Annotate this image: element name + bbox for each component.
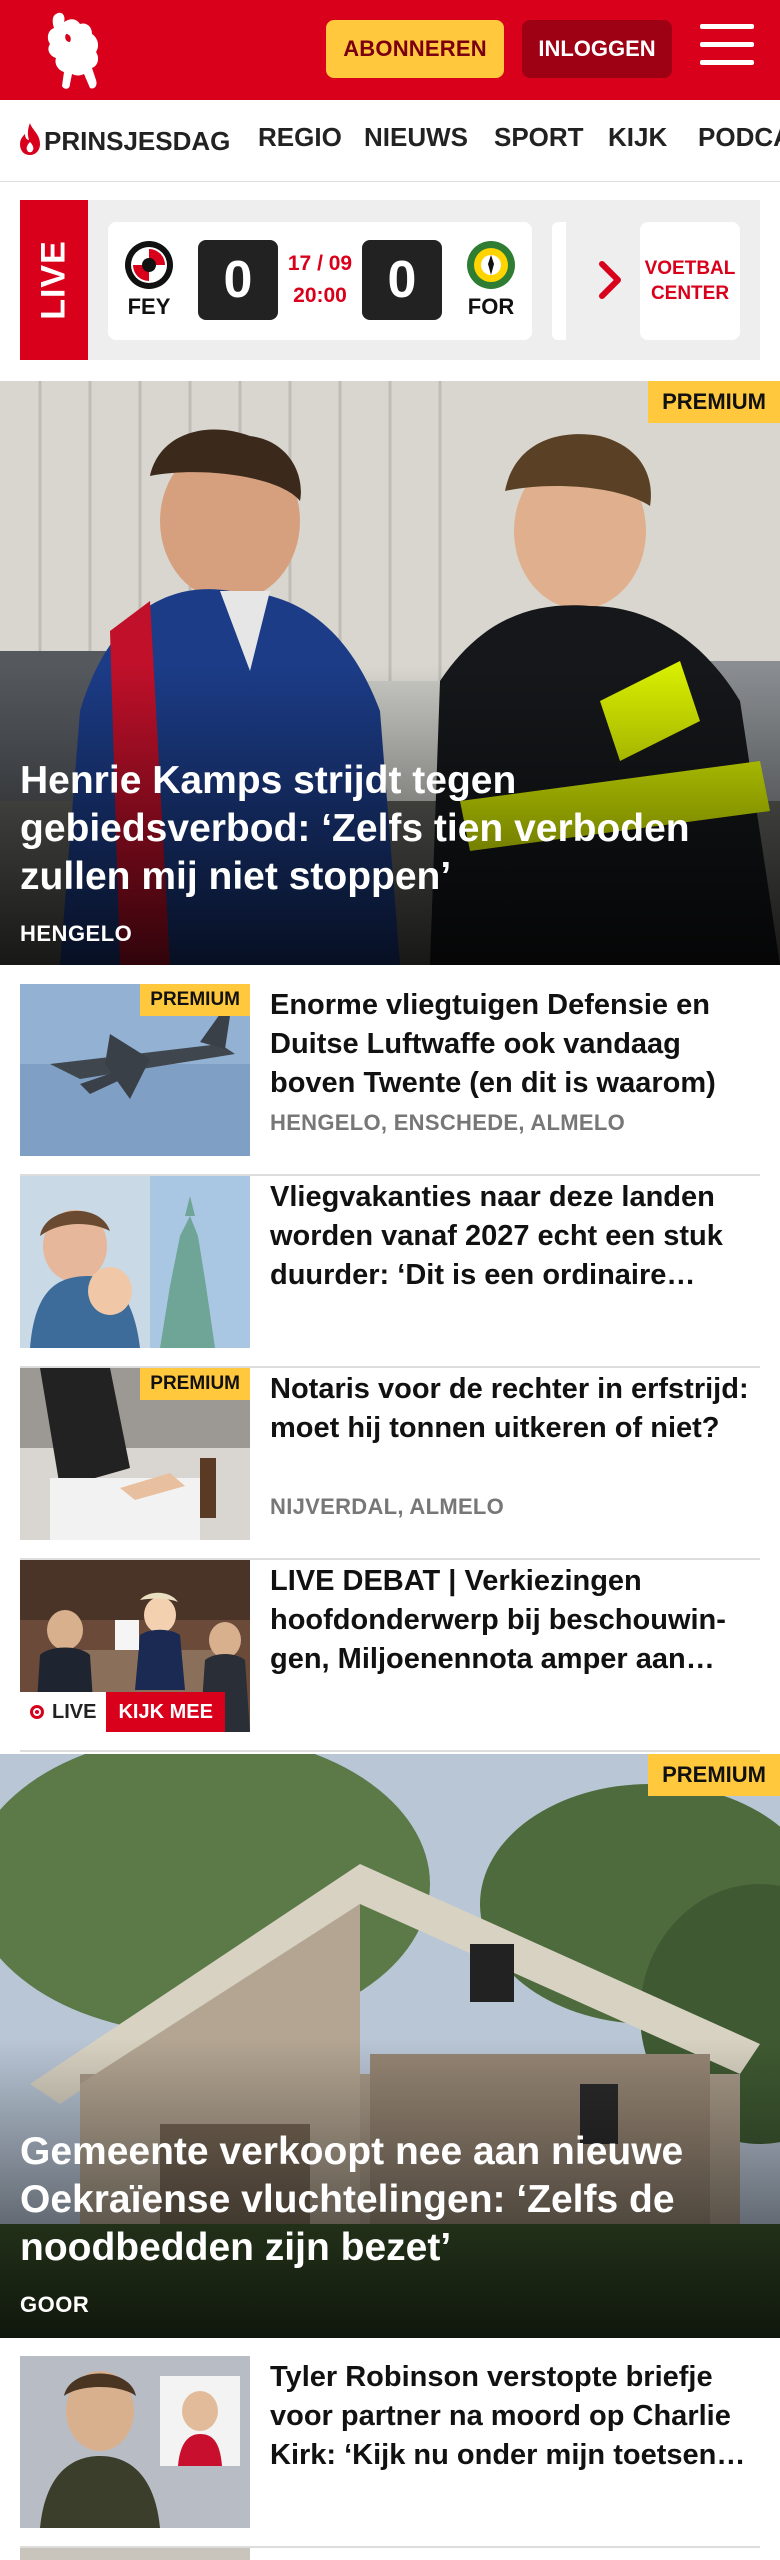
article-title[interactable]: Notaris voor de rechter in erfstrijd: mo…: [270, 1370, 760, 1448]
article-thumbnail: [20, 2356, 250, 2528]
hero-article[interactable]: PREMIUM Gemeente verkoopt nee aan nieuwe…: [0, 1754, 780, 2338]
article-thumbnail: LIVE KIJK MEE: [20, 1560, 250, 1732]
voetbal-center-button[interactable]: VOETBAL CENTER: [640, 222, 740, 340]
match-card[interactable]: FEY 0 17 / 09 20:00 0 FOR: [108, 222, 532, 340]
article-thumbnail: PREMIUM: [20, 1368, 250, 1540]
list-item[interactable]: Vliegvakanties naar deze landen worden v…: [20, 1176, 760, 1368]
nav-label: PRINSJESDAG: [44, 126, 231, 156]
hero-article[interactable]: PREMIUM Henrie Kamps strijdt tegen gebie…: [0, 381, 780, 965]
nav-item-kijk[interactable]: KIJK: [608, 122, 667, 153]
chevron-right-icon[interactable]: [592, 258, 632, 302]
fortuna-club-icon: [467, 241, 515, 289]
article-thumbnail: [20, 1176, 250, 1348]
article-thumbnail: [20, 2548, 250, 2560]
hero-title[interactable]: Gemeente verkoopt nee aan nieuwe Oekraïe…: [20, 2128, 760, 2272]
article-title[interactable]: Enorme vliegtuigen Defensie en Duitse Lu…: [270, 986, 760, 1103]
premium-badge: PREMIUM: [140, 1368, 250, 1400]
article-title[interactable]: Tyler Robinson verstopte briefje voor pa…: [270, 2358, 760, 2475]
live-watch-badge[interactable]: LIVE KIJK MEE: [20, 1692, 225, 1732]
match-date: 17 / 09: [287, 252, 353, 275]
live-indicator: LIVE: [20, 1692, 107, 1732]
hero-location: GOOR: [20, 2292, 90, 2317]
live-label: LIVE: [52, 1701, 97, 1723]
tubantia-horse-logo-icon[interactable]: [36, 8, 108, 92]
article-location: NIJVERDAL, ALMELO: [270, 1494, 505, 1519]
home-team-abbr: FEY: [127, 294, 171, 319]
nav-item-regio[interactable]: REGIO: [258, 122, 342, 153]
premium-badge: PREMIUM: [648, 1754, 780, 1796]
away-team-abbr: FOR: [467, 294, 515, 319]
article-image: [20, 1176, 250, 1348]
list-item[interactable]: LIVE KIJK MEE LIVE DEBAT | Verkiezingen …: [20, 1560, 760, 1752]
article-title[interactable]: Vliegvakanties naar deze landen worden v…: [270, 1178, 760, 1295]
list-item[interactable]: PREMIUM Enorme vliegtuigen Defensie en D…: [20, 984, 760, 1176]
top-bar: ABONNEREN INLOGGEN: [0, 0, 780, 100]
voetbal-center-label: VOETBAL: [644, 258, 736, 279]
menu-icon[interactable]: [700, 24, 754, 74]
voetbal-center-label: CENTER: [650, 283, 730, 304]
article-thumbnail: PREMIUM: [20, 984, 250, 1156]
live-label: LIVE: [20, 200, 88, 360]
live-dot-icon: [30, 1705, 44, 1719]
article-location: HENGELO, ENSCHEDE, ALMELO: [270, 1110, 626, 1135]
match-time: 20:00: [293, 284, 347, 307]
flame-icon: [20, 123, 40, 155]
match-datetime: 17 / 09 20:00: [276, 248, 364, 312]
nav-item-podcast[interactable]: PODCA: [698, 122, 780, 153]
hero-location: HENGELO: [20, 921, 133, 946]
home-score: 0: [198, 240, 278, 320]
article-image: [20, 2356, 250, 2528]
article-title[interactable]: LIVE DEBAT | Verkiezingen hoofdonderwerp…: [270, 1562, 760, 1679]
away-score: 0: [362, 240, 442, 320]
live-scores-widget: LIVE FEY 0 17 / 09 20:00 0 FOR VOETBAL CE…: [20, 200, 760, 360]
hero-title[interactable]: Henrie Kamps strijdt tegen gebiedsverbod…: [20, 757, 760, 901]
subscribe-button[interactable]: ABONNEREN: [326, 20, 504, 78]
list-item[interactable]: Tyler Robinson verstopte briefje voor pa…: [20, 2356, 760, 2548]
nav-item-prinsjesdag[interactable]: PRINSJESDAG: [16, 122, 230, 157]
list-item[interactable]: PREMIUM Notaris voor de rechter in erfst…: [20, 1368, 760, 1560]
watch-button[interactable]: KIJK MEE: [106, 1692, 225, 1732]
login-button[interactable]: INLOGGEN: [522, 20, 672, 78]
next-match-card[interactable]: [552, 222, 566, 340]
feyenoord-club-icon: [125, 241, 173, 289]
main-nav: PRINSJESDAG REGIO NIEUWS SPORT KIJK PODC…: [0, 100, 780, 182]
premium-badge: PREMIUM: [140, 984, 250, 1016]
nav-item-sport[interactable]: SPORT: [494, 122, 584, 153]
nav-item-nieuws[interactable]: NIEUWS: [364, 122, 468, 153]
premium-badge: PREMIUM: [648, 381, 780, 423]
